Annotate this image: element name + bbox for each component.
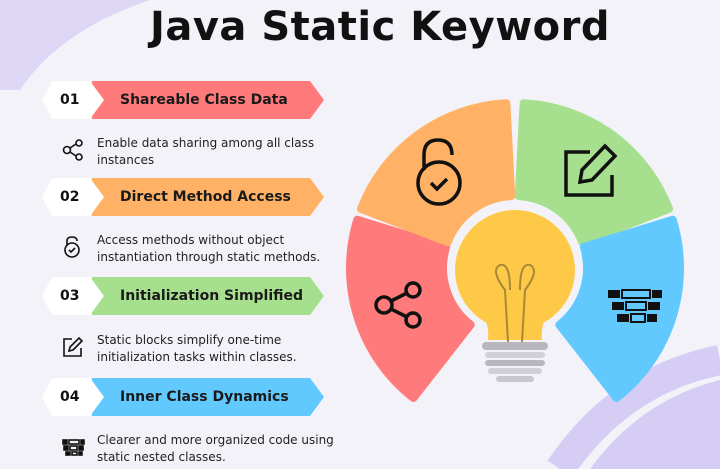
feature-wheel xyxy=(346,99,684,403)
wheel-segment-01 xyxy=(346,215,475,403)
lightbulb-icon xyxy=(455,210,575,382)
